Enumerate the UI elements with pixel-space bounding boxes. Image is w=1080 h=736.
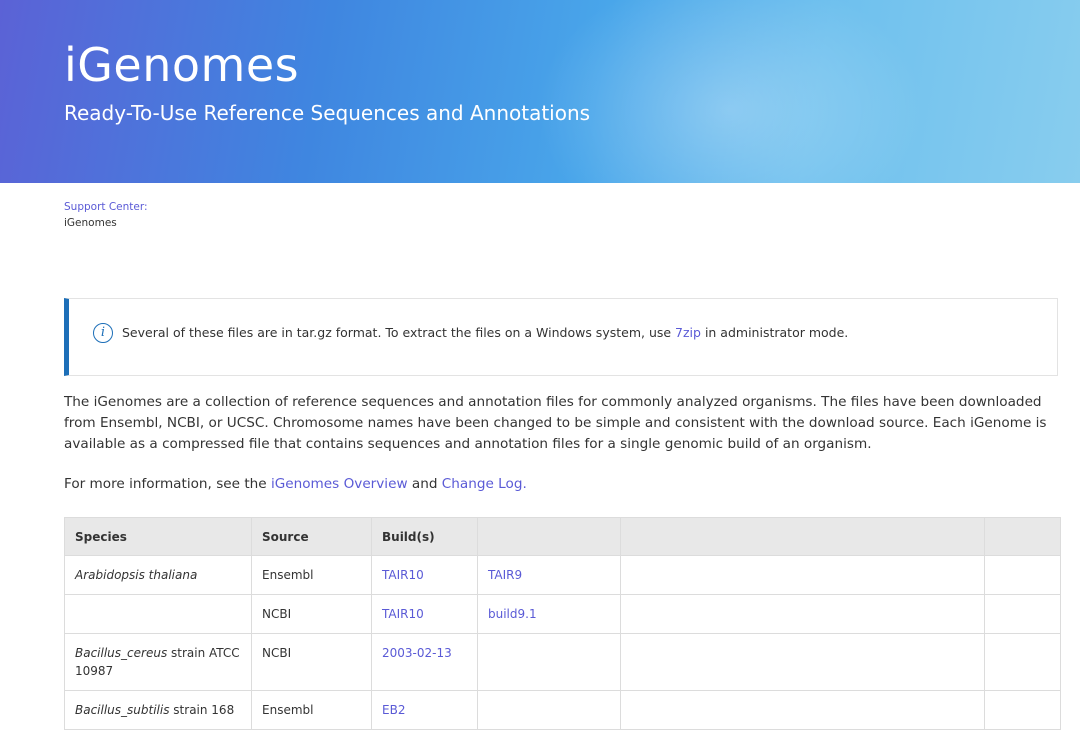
7zip-link[interactable]: 7zip (675, 325, 701, 340)
info-icon: i (93, 323, 113, 343)
build-cell: build9.1 (477, 594, 621, 634)
column-header-blank (477, 517, 621, 556)
build-link[interactable]: 2003-02-13 (382, 646, 452, 660)
intro-paragraph: The iGenomes are a collection of referen… (64, 394, 1047, 452)
build-cell: EB2 (371, 690, 478, 730)
empty-cell (984, 690, 1061, 730)
species-cell: Arabidopsis thaliana (64, 555, 252, 595)
table-row: Bacillus_cereus strain ATCC 10987 NCBI 2… (64, 633, 1061, 691)
build-cell: TAIR10 (371, 594, 478, 634)
build-cell (477, 690, 621, 730)
build-cell: TAIR9 (477, 555, 621, 595)
species-cell: Bacillus_cereus strain ATCC 10987 (64, 633, 252, 691)
more-info-prefix: For more information, see the (64, 476, 271, 492)
empty-cell (620, 555, 985, 595)
change-log-link[interactable]: Change Log. (442, 476, 527, 492)
build-link[interactable]: TAIR10 (382, 607, 424, 621)
genomes-table: Species Source Build(s) Arabidopsis thal… (64, 517, 1061, 730)
notice-text: Several of these files are in tar.gz for… (122, 325, 848, 340)
species-name: Bacillus_subtilis (75, 703, 170, 717)
build-link[interactable]: EB2 (382, 703, 405, 717)
source-cell: Ensembl (251, 690, 372, 730)
empty-cell (984, 633, 1061, 691)
page-title: iGenomes (64, 38, 300, 92)
empty-cell (620, 594, 985, 634)
breadcrumb: Support Center: iGenomes (64, 199, 148, 231)
more-info-middle: and (407, 476, 442, 492)
column-header-blank (984, 517, 1061, 556)
table-header-row: Species Source Build(s) (64, 517, 1061, 556)
column-header-builds: Build(s) (371, 517, 478, 556)
page-subtitle: Ready-To-Use Reference Sequences and Ann… (64, 101, 591, 125)
hero-banner: iGenomes Ready-To-Use Reference Sequence… (0, 0, 1080, 183)
column-header-species: Species (64, 517, 252, 556)
source-cell: NCBI (251, 594, 372, 634)
column-header-blank (620, 517, 985, 556)
column-header-source: Source (251, 517, 372, 556)
table-row: Arabidopsis thaliana Ensembl TAIR10 TAIR… (64, 555, 1061, 595)
build-link[interactable]: TAIR10 (382, 568, 424, 582)
source-cell: Ensembl (251, 555, 372, 595)
empty-cell (984, 594, 1061, 634)
table-row: Bacillus_subtilis strain 168 Ensembl EB2 (64, 690, 1061, 730)
empty-cell (984, 555, 1061, 595)
build-cell (477, 633, 621, 691)
species-name: Arabidopsis thaliana (75, 568, 198, 582)
build-link[interactable]: TAIR9 (488, 568, 522, 582)
breadcrumb-support-center-link[interactable]: Support Center: (64, 199, 148, 215)
table-row: NCBI TAIR10 build9.1 (64, 594, 1061, 634)
species-cell (64, 594, 252, 634)
more-info-paragraph: For more information, see the iGenomes O… (64, 476, 527, 492)
notice-text-before: Several of these files are in tar.gz for… (122, 325, 676, 340)
igenomes-overview-link[interactable]: iGenomes Overview (271, 476, 408, 492)
build-cell: TAIR10 (371, 555, 478, 595)
species-strain: strain 168 (169, 703, 235, 717)
notice-text-after: in administrator mode. (700, 325, 849, 340)
empty-cell (620, 633, 985, 691)
species-cell: Bacillus_subtilis strain 168 (64, 690, 252, 730)
empty-cell (620, 690, 985, 730)
breadcrumb-current: iGenomes (64, 217, 117, 229)
build-link[interactable]: build9.1 (488, 607, 537, 621)
source-cell: NCBI (251, 633, 372, 691)
build-cell: 2003-02-13 (371, 633, 478, 691)
species-name: Bacillus_cereus (75, 646, 168, 660)
info-notice: i Several of these files are in tar.gz f… (64, 298, 1058, 376)
